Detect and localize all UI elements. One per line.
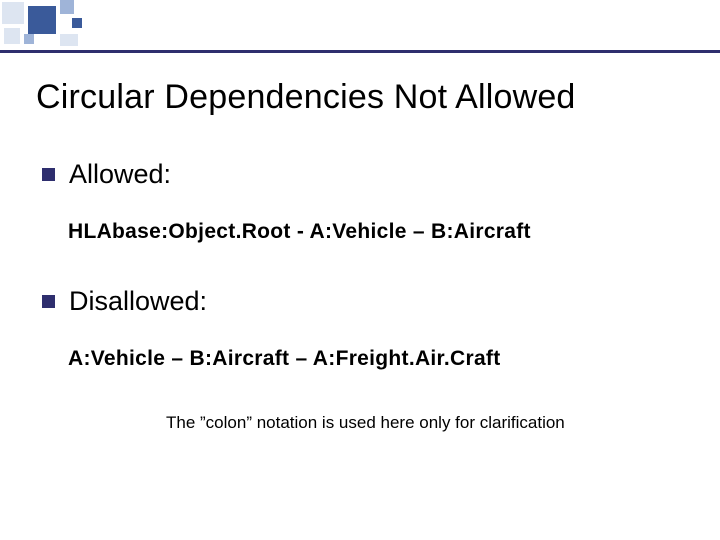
square-bullet-icon [42,168,55,181]
corner-decoration [0,0,160,50]
square-bullet-icon [42,295,55,308]
slide-title: Circular Dependencies Not Allowed [36,78,684,117]
example-line: A:Vehicle – B:Aircraft – A:Freight.Air.C… [68,347,684,371]
example-line: HLAbase:Object.Root - A:Vehicle – B:Airc… [68,220,684,244]
bullet-label: Allowed: [69,159,171,190]
bullet-item: Disallowed: [42,286,684,317]
bullet-label: Disallowed: [69,286,207,317]
header-rule [0,50,720,53]
bullet-item: Allowed: [42,159,684,190]
footnote: The ”colon” notation is used here only f… [166,413,684,433]
slide-content: Circular Dependencies Not Allowed Allowe… [36,78,684,433]
